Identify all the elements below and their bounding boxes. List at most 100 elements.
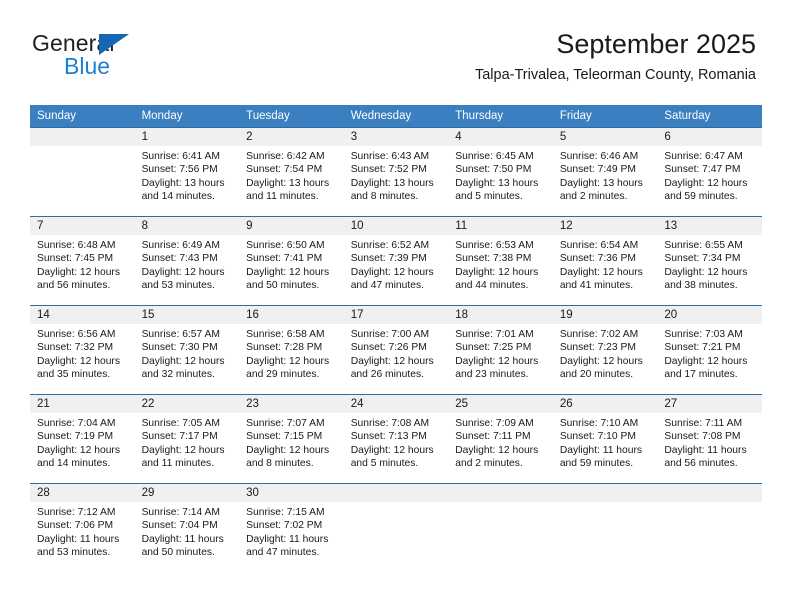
sunrise-text: Sunrise: 7:02 AM: [559, 329, 639, 340]
weekday-header-monday: Monday: [134, 105, 240, 128]
sunrise-text: Sunrise: 7:05 AM: [141, 418, 220, 429]
calendar-day-cell-empty: [448, 483, 553, 573]
sunrise-text: Sunrise: 6:45 AM: [455, 151, 534, 162]
day-number: 30: [239, 484, 344, 502]
sunset-text: Sunset: 7:15 PM: [246, 431, 323, 443]
day-details: Sunrise: 6:54 AM Sunset: 7:36 PM Daylight:…: [553, 235, 658, 293]
daylight-text-line1: Daylight: 13 hours: [141, 177, 225, 189]
day-details: Sunrise: 7:09 AM Sunset: 7:11 PM Daylight:…: [448, 413, 553, 471]
daylight-text-line2: and 29 minutes.: [246, 369, 320, 381]
calendar-day-cell[interactable]: 9 Sunrise: 6:50 AM Sunset: 7:41 PM Daylight…: [239, 216, 344, 306]
day-details: [657, 502, 762, 506]
sunset-text: Sunset: 7:26 PM: [350, 342, 427, 354]
day-number: 8: [134, 217, 240, 235]
daylight-text-line1: Daylight: 11 hours: [141, 533, 224, 545]
calendar-day-cell[interactable]: 2 Sunrise: 6:42 AM Sunset: 7:54 PM Daylight…: [239, 127, 344, 217]
day-number: 18: [448, 306, 553, 324]
day-details: Sunrise: 6:47 AM Sunset: 7:47 PM Daylight:…: [657, 146, 762, 204]
calendar-day-cell[interactable]: 28 Sunrise: 7:12 AM Sunset: 7:06 PM Dayligh…: [30, 483, 135, 573]
daylight-text-line1: Daylight: 13 hours: [246, 177, 330, 189]
day-details: Sunrise: 6:53 AM Sunset: 7:38 PM Daylight:…: [448, 235, 553, 293]
calendar-day-cell[interactable]: 19 Sunrise: 7:02 AM Sunset: 7:23 PM Dayligh…: [552, 305, 658, 395]
daylight-text-line1: Daylight: 11 hours: [37, 533, 120, 545]
daylight-text-line1: Daylight: 13 hours: [455, 177, 539, 189]
calendar-day-cell[interactable]: 26 Sunrise: 7:10 AM Sunset: 7:10 PM Dayligh…: [552, 394, 658, 484]
day-details: Sunrise: 6:52 AM Sunset: 7:39 PM Daylight:…: [344, 235, 449, 293]
calendar-table: Sunday Monday Tuesday Wednesday Thursday…: [30, 105, 762, 573]
sunrise-text: Sunrise: 7:12 AM: [37, 507, 116, 518]
calendar-day-cell[interactable]: 15 Sunrise: 6:57 AM Sunset: 7:30 PM Dayligh…: [134, 305, 240, 395]
day-number: 21: [30, 395, 135, 413]
sunset-text: Sunset: 7:50 PM: [455, 164, 532, 176]
daylight-text-line2: and 50 minutes.: [246, 280, 320, 292]
sunset-text: Sunset: 7:10 PM: [559, 431, 636, 443]
day-number: 12: [552, 217, 658, 235]
calendar-day-cell[interactable]: 4 Sunrise: 6:45 AM Sunset: 7:50 PM Daylight…: [448, 127, 553, 217]
calendar-day-cell[interactable]: 17 Sunrise: 7:00 AM Sunset: 7:26 PM Dayligh…: [343, 305, 449, 395]
calendar-day-cell[interactable]: 16 Sunrise: 6:58 AM Sunset: 7:28 PM Dayligh…: [239, 305, 344, 395]
daylight-text-line1: Daylight: 12 hours: [455, 444, 539, 456]
calendar-day-cell[interactable]: 13 Sunrise: 6:55 AM Sunset: 7:34 PM Dayligh…: [657, 216, 762, 306]
calendar-day-cell[interactable]: 22 Sunrise: 7:05 AM Sunset: 7:17 PM Dayligh…: [134, 394, 240, 484]
day-details: Sunrise: 7:10 AM Sunset: 7:10 PM Daylight:…: [553, 413, 658, 471]
daylight-text-line1: Daylight: 12 hours: [664, 266, 748, 278]
sunrise-text: Sunrise: 7:01 AM: [455, 329, 534, 340]
calendar-day-cell[interactable]: 24 Sunrise: 7:08 AM Sunset: 7:13 PM Dayligh…: [343, 394, 449, 484]
calendar-day-cell[interactable]: 3 Sunrise: 6:43 AM Sunset: 7:52 PM Daylight…: [343, 127, 449, 217]
sunrise-text: Sunrise: 7:15 AM: [246, 507, 325, 518]
day-number: 5: [552, 128, 658, 146]
calendar-day-cell[interactable]: 20 Sunrise: 7:03 AM Sunset: 7:21 PM Dayligh…: [657, 305, 762, 395]
daylight-text-line2: and 47 minutes.: [246, 547, 320, 559]
calendar-day-cell[interactable]: 27 Sunrise: 7:11 AM Sunset: 7:08 PM Dayligh…: [657, 394, 762, 484]
day-number: 1: [134, 128, 240, 146]
calendar-day-cell[interactable]: 5 Sunrise: 6:46 AM Sunset: 7:49 PM Daylight…: [552, 127, 658, 217]
day-details: Sunrise: 6:49 AM Sunset: 7:43 PM Daylight:…: [135, 235, 240, 293]
calendar-day-cell[interactable]: 8 Sunrise: 6:49 AM Sunset: 7:43 PM Daylight…: [134, 216, 240, 306]
sunrise-text: Sunrise: 6:58 AM: [246, 329, 325, 340]
daylight-text-line2: and 2 minutes.: [455, 458, 523, 470]
calendar-day-cell[interactable]: 10 Sunrise: 6:52 AM Sunset: 7:39 PM Dayligh…: [343, 216, 449, 306]
daylight-text-line2: and 17 minutes.: [664, 369, 738, 381]
sunrise-text: Sunrise: 7:00 AM: [350, 329, 430, 340]
calendar-day-cell[interactable]: 23 Sunrise: 7:07 AM Sunset: 7:15 PM Dayligh…: [239, 394, 344, 484]
day-number: 24: [343, 395, 449, 413]
day-number: [448, 484, 553, 502]
daylight-text-line1: Daylight: 13 hours: [559, 177, 643, 189]
calendar-day-cell[interactable]: 29 Sunrise: 7:14 AM Sunset: 7:04 PM Dayligh…: [134, 483, 240, 573]
day-details: Sunrise: 7:11 AM Sunset: 7:08 PM Daylight:…: [657, 413, 762, 471]
daylight-text-line1: Daylight: 12 hours: [350, 355, 434, 367]
sunrise-text: Sunrise: 6:52 AM: [350, 240, 430, 251]
daylight-text-line1: Daylight: 12 hours: [141, 444, 225, 456]
calendar-day-cell[interactable]: 18 Sunrise: 7:01 AM Sunset: 7:25 PM Dayligh…: [448, 305, 553, 395]
sunset-text: Sunset: 7:45 PM: [37, 253, 114, 265]
page-header: General Blue September 2025 Talpa-Trival…: [0, 0, 792, 100]
sunset-text: Sunset: 7:52 PM: [350, 164, 427, 176]
sunset-text: Sunset: 7:32 PM: [37, 342, 114, 354]
calendar-day-cell[interactable]: 7 Sunrise: 6:48 AM Sunset: 7:45 PM Daylight…: [30, 216, 135, 306]
calendar-day-cell[interactable]: 1 Sunrise: 6:41 AM Sunset: 7:56 PM Daylight…: [134, 127, 240, 217]
daylight-text-line2: and 56 minutes.: [664, 458, 738, 470]
calendar-day-cell[interactable]: 25 Sunrise: 7:09 AM Sunset: 7:11 PM Dayligh…: [448, 394, 553, 484]
calendar-day-cell[interactable]: 14 Sunrise: 6:56 AM Sunset: 7:32 PM Dayligh…: [30, 305, 135, 395]
sunset-text: Sunset: 7:02 PM: [246, 520, 323, 532]
day-details: Sunrise: 7:01 AM Sunset: 7:25 PM Daylight:…: [448, 324, 553, 382]
daylight-text-line2: and 8 minutes.: [246, 458, 314, 470]
sunset-text: Sunset: 7:25 PM: [455, 342, 532, 354]
calendar-day-cell-empty: [30, 127, 135, 217]
calendar-day-cell[interactable]: 30 Sunrise: 7:15 AM Sunset: 7:02 PM Dayligh…: [239, 483, 344, 573]
daylight-text-line1: Daylight: 12 hours: [141, 266, 225, 278]
daylight-text-line1: Daylight: 12 hours: [350, 266, 434, 278]
day-number: 27: [657, 395, 762, 413]
calendar-day-cell[interactable]: 11 Sunrise: 6:53 AM Sunset: 7:38 PM Dayligh…: [448, 216, 553, 306]
calendar-day-cell[interactable]: 12 Sunrise: 6:54 AM Sunset: 7:36 PM Dayligh…: [552, 216, 658, 306]
daylight-text-line1: Daylight: 12 hours: [559, 355, 643, 367]
calendar-day-cell[interactable]: 21 Sunrise: 7:04 AM Sunset: 7:19 PM Dayligh…: [30, 394, 135, 484]
sunrise-text: Sunrise: 6:50 AM: [246, 240, 325, 251]
day-number: 4: [448, 128, 553, 146]
calendar-day-cell[interactable]: 6 Sunrise: 6:47 AM Sunset: 7:47 PM Daylight…: [657, 127, 762, 217]
day-details: Sunrise: 6:55 AM Sunset: 7:34 PM Daylight:…: [657, 235, 762, 293]
sunrise-text: Sunrise: 7:08 AM: [350, 418, 430, 429]
calendar-week-row: 1 Sunrise: 6:41 AM Sunset: 7:56 PM Daylight…: [30, 127, 762, 217]
sunrise-text: Sunrise: 7:03 AM: [664, 329, 743, 340]
weekday-header-friday: Friday: [552, 105, 658, 128]
